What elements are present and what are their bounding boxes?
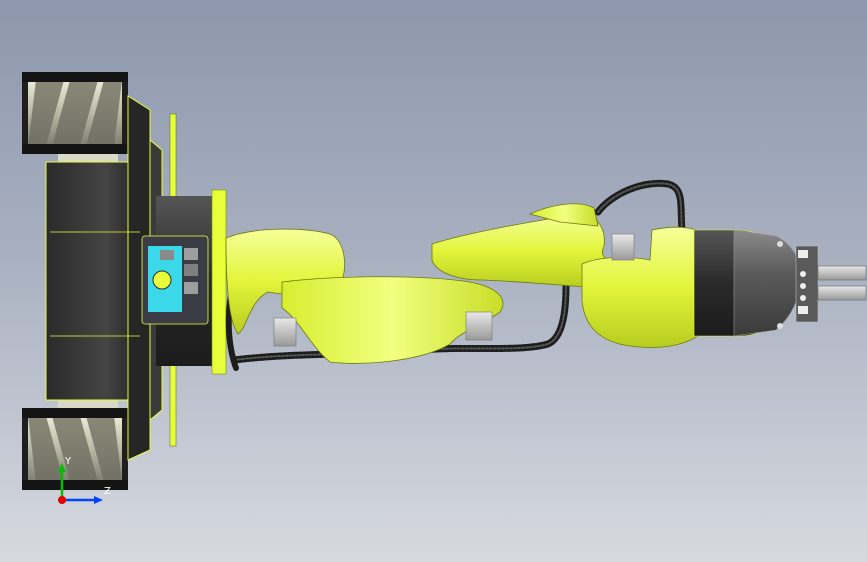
coordinate-triad: Y Z — [44, 456, 114, 510]
mecanum-wheel-top — [22, 72, 128, 164]
z-axis-label: Z — [104, 486, 111, 497]
cad-viewport[interactable] — [0, 0, 867, 562]
triad-arrows — [58, 463, 103, 504]
robot-arm — [225, 203, 867, 364]
gripper — [795, 245, 867, 323]
y-axis-label: Y — [65, 456, 72, 467]
panel-logo-icon — [152, 270, 172, 290]
